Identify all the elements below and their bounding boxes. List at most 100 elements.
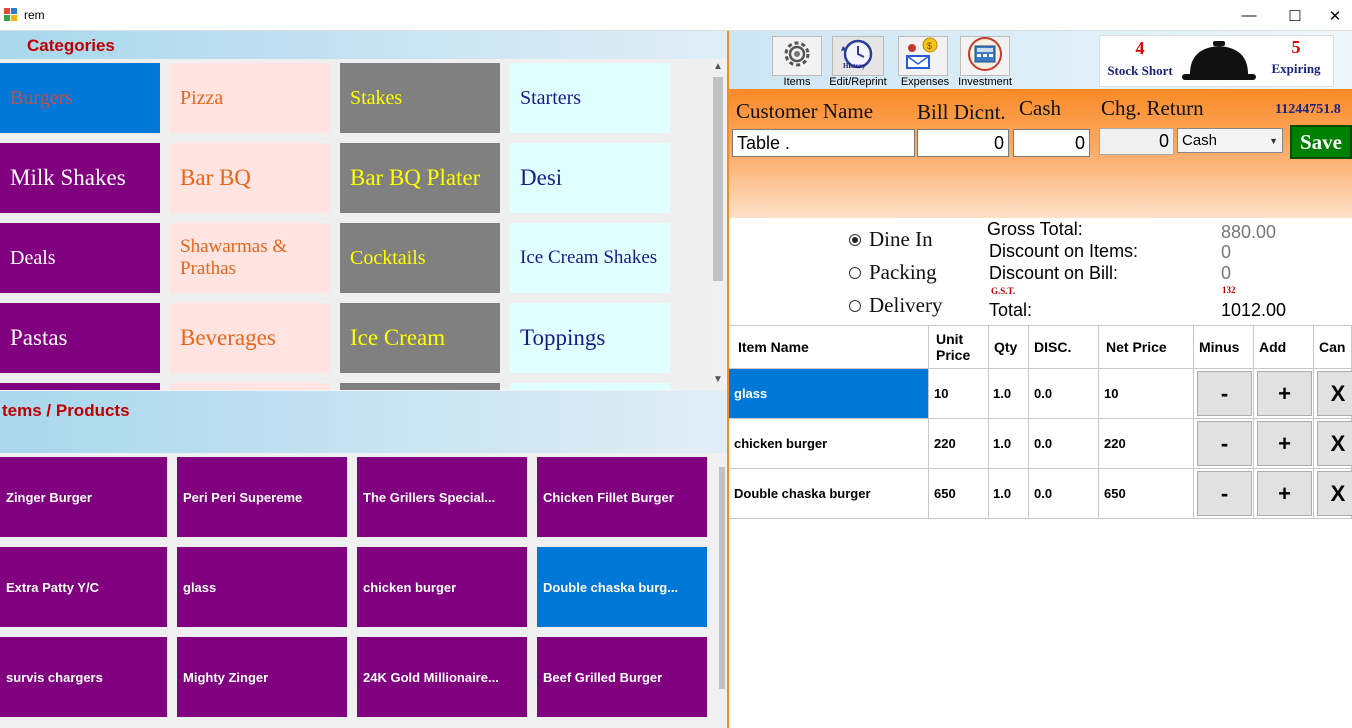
investment-icon [965,36,1005,77]
decrease-qty-button[interactable]: - [1197,421,1252,466]
category-tile[interactable]: Deals [0,223,160,293]
cart-cell-disc: 0.0 [1029,419,1099,469]
cart-cell-net: 650 [1099,469,1194,519]
category-tile[interactable]: Burgers [0,63,160,133]
packing-label: Packing [869,260,937,284]
column-header-cancel[interactable]: Can [1314,325,1352,369]
column-header-unit[interactable]: Unit Price [929,325,989,369]
decrease-qty-button[interactable]: - [1197,371,1252,416]
product-tile[interactable]: chicken burger [357,547,527,627]
stock-short-count: 4 [1135,38,1145,58]
category-tile[interactable]: Beverages [170,303,330,373]
dine-in-radio[interactable] [849,233,861,246]
cancel-item-button[interactable]: X [1317,421,1352,466]
save-button[interactable]: Save [1290,125,1352,159]
delivery-option[interactable]: Delivery [849,293,942,318]
category-tile[interactable] [340,383,500,390]
category-tile[interactable]: Bar BQ Plater [340,143,500,213]
product-tile[interactable]: The Grillers Special... [357,457,527,537]
categories-title: Categories [27,36,115,55]
products-scroll-thumb[interactable] [719,467,725,689]
product-tile[interactable]: glass [177,547,347,627]
increase-qty-button[interactable]: + [1257,421,1312,466]
column-header-item[interactable]: Item Name [729,325,929,369]
dine-in-option[interactable]: Dine In [849,227,933,252]
category-tile[interactable] [510,383,670,390]
items-button[interactable] [772,36,822,76]
cart-cell-qty: 1.0 [989,369,1029,419]
increase-qty-button[interactable]: + [1257,471,1312,516]
category-tile[interactable]: Ice Cream [340,303,500,373]
product-tile[interactable]: Chicken Fillet Burger [537,457,707,537]
packing-radio[interactable] [849,266,861,279]
bill-discount-input[interactable]: 0 [917,129,1009,157]
stock-short-label[interactable]: Stock Short [1100,63,1180,79]
discount-items-value: 0 [1221,242,1232,262]
product-tile[interactable]: Mighty Zinger [177,637,347,717]
gross-total-value: 880.00 [1221,222,1277,242]
title-bar [0,0,1352,31]
scroll-down-icon[interactable]: ▼ [713,374,723,385]
column-header-minus[interactable]: Minus [1194,325,1254,369]
minimize-button[interactable]: — [1226,0,1272,31]
column-header-disc[interactable]: DISC. [1029,325,1099,369]
cart-cell-unit: 220 [929,419,989,469]
category-tile[interactable]: Milk Shakes [0,143,160,213]
investment-button[interactable] [960,36,1010,76]
expenses-label: Expenses [900,76,950,88]
product-tile[interactable]: Peri Peri Supereme [177,457,347,537]
scroll-thumb[interactable] [713,77,723,281]
category-tile[interactable]: Stakes [340,63,500,133]
total-label: Total: [989,300,1033,320]
increase-qty-button[interactable]: + [1257,371,1312,416]
category-tile[interactable]: Pastas [0,303,160,373]
category-tile[interactable]: Ice Cream Shakes [510,223,670,293]
items-label: Items [783,76,811,88]
product-tile[interactable]: Zinger Burger [0,457,167,537]
product-tile[interactable]: 24K Gold Millionaire... [357,637,527,717]
products-header: tems / Products [0,391,727,453]
decrease-qty-button[interactable]: - [1197,471,1252,516]
cart-cell-item[interactable]: glass [729,369,929,419]
cart-cell-item[interactable]: chicken burger [729,419,929,469]
product-tile[interactable]: Extra Patty Y/C [0,547,167,627]
customer-name-input[interactable]: Table . [732,129,915,157]
payment-method-select[interactable]: Cash ▼ [1177,128,1283,153]
category-tile[interactable]: Desi [510,143,670,213]
column-header-qty[interactable]: Qty [989,325,1029,369]
products-title: tems / Products [2,401,130,420]
category-tile[interactable]: Cocktails [340,223,500,293]
expiring-label[interactable]: Expiring [1260,61,1332,77]
category-tile[interactable]: Bar BQ [170,143,330,213]
stock-alert-panel[interactable]: 4 Stock Short 5 Expiring [1099,35,1334,87]
discount-items-label: Discount on Items: [989,241,1139,261]
product-tile[interactable]: Double chaska burg... [537,547,707,627]
window-title: rem [24,8,45,22]
close-window-button[interactable]: ✕ [1318,0,1352,31]
category-tile[interactable]: Pizza [170,63,330,133]
column-header-net[interactable]: Net Price [1099,325,1194,369]
packing-option[interactable]: Packing [849,260,937,285]
category-tile[interactable]: Toppings [510,303,670,373]
products-grid: Zinger Burger Peri Peri Supereme The Grill… [0,453,716,728]
expenses-icon: $ [903,36,943,77]
delivery-radio[interactable] [849,299,861,312]
scroll-up-icon[interactable]: ▲ [713,61,723,72]
expiring-count: 5 [1291,37,1301,57]
cash-input[interactable]: 0 [1013,129,1090,157]
cancel-item-button[interactable]: X [1317,471,1352,516]
cancel-item-button[interactable]: X [1317,371,1352,416]
products-scrollbar[interactable] [716,453,727,728]
category-tile[interactable]: Starters [510,63,670,133]
category-tile[interactable] [0,383,160,390]
product-tile[interactable]: survis chargers [0,637,167,717]
category-tile[interactable]: Shawarmas & Prathas [170,223,330,293]
expenses-button[interactable]: $ [898,36,948,76]
categories-scrollbar[interactable]: ▲ ▼ [710,59,727,390]
category-tile[interactable] [170,383,330,390]
column-header-add[interactable]: Add [1254,325,1314,369]
history-button[interactable]: History [832,36,884,76]
product-tile[interactable]: Beef Grilled Burger [537,637,707,717]
maximize-button[interactable]: ☐ [1272,0,1318,31]
cart-cell-item[interactable]: Double chaska burger [729,469,929,519]
